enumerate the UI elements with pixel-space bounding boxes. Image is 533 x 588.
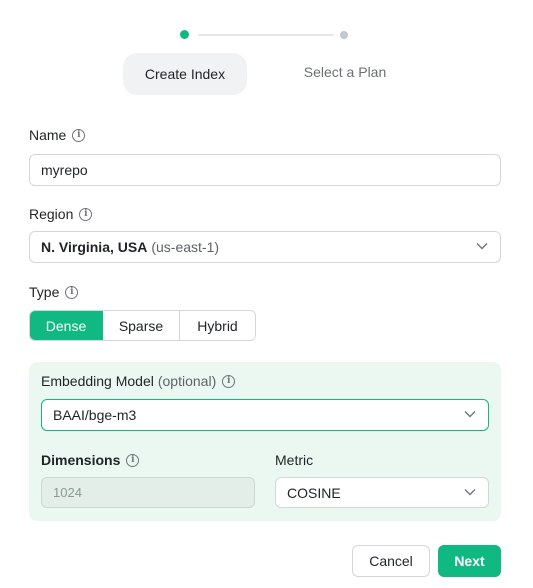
metric-value: COSINE [287,484,341,501]
chevron-down-icon [476,243,488,250]
type-label: Type i [29,284,79,300]
embedding-label-text: Embedding Model [41,373,154,389]
region-name: N. Virginia, USA [41,239,148,255]
embedding-model-select[interactable]: BAAI/bge-m3 [41,399,489,431]
embedding-optional: (optional) [157,373,217,389]
stepper-line [198,34,334,36]
region-label-text: Region [29,206,74,222]
type-label-text: Type [29,284,60,300]
step-create-index[interactable]: Create Index [123,53,247,95]
dimensions-label: Dimensions i [41,452,140,468]
dimensions-value: 1024 [53,485,82,500]
step-2-dot [340,31,348,39]
info-icon[interactable]: i [65,285,79,299]
type-hybrid-button[interactable]: Hybrid [180,311,255,340]
metric-label: Metric [275,452,313,468]
info-icon[interactable]: i [126,453,140,467]
name-input-value: myrepo [41,162,88,178]
name-label-text: Name [29,127,67,143]
name-input[interactable]: myrepo [29,154,501,186]
next-button[interactable]: Next [438,545,501,577]
region-select[interactable]: N. Virginia, USA (us-east-1) [29,231,501,263]
dimensions-label-text: Dimensions [41,452,121,468]
cancel-button[interactable]: Cancel [352,545,430,577]
info-icon[interactable]: i [222,374,236,388]
chevron-down-icon [464,411,476,418]
metric-select[interactable]: COSINE [275,477,489,508]
region-label: Region i [29,206,93,222]
embedding-label: Embedding Model (optional) i [41,373,236,389]
metric-label-text: Metric [275,452,314,468]
dimensions-input: 1024 [41,477,255,508]
type-segmented-control: Dense Sparse Hybrid [29,310,256,341]
chevron-down-icon [464,489,476,496]
info-icon[interactable]: i [79,207,93,221]
type-sparse-button[interactable]: Sparse [103,311,180,340]
step-select-plan[interactable]: Select a Plan [287,53,403,91]
name-label: Name i [29,127,86,143]
embedding-model-value: BAAI/bge-m3 [53,407,137,423]
step-1-dot [180,30,189,39]
type-dense-button[interactable]: Dense [30,311,103,340]
info-icon[interactable]: i [72,128,86,142]
region-code: (us-east-1) [151,239,220,255]
